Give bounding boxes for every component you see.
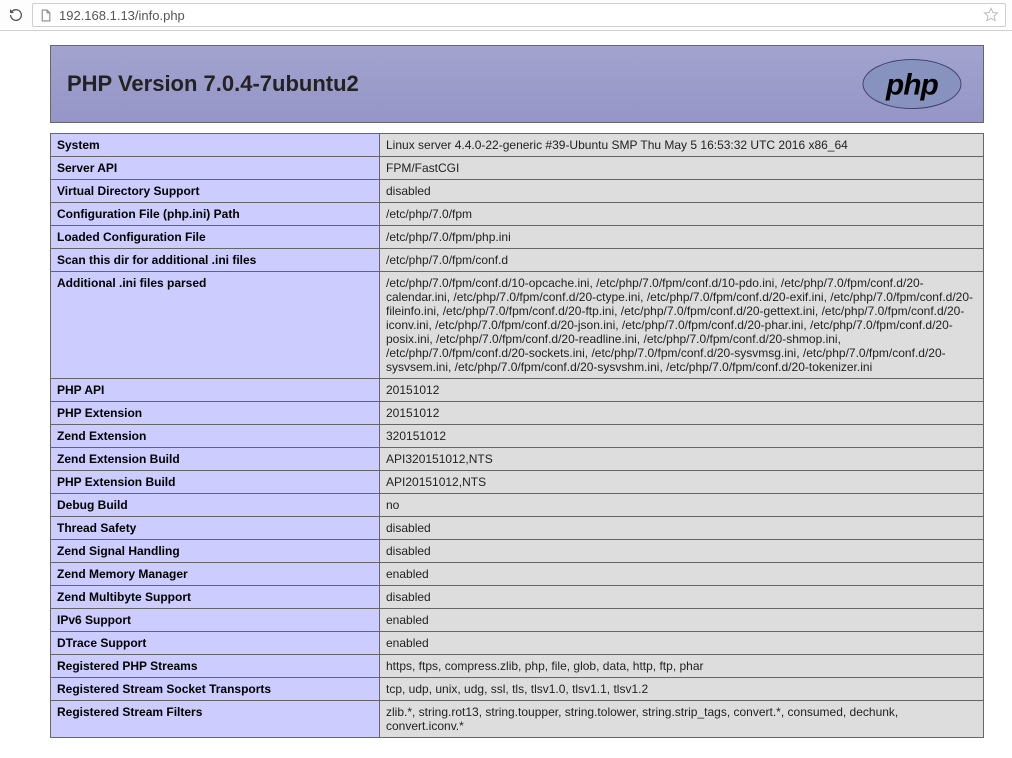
row-value: enabled [380, 632, 984, 655]
table-row: Loaded Configuration File/etc/php/7.0/fp… [51, 226, 984, 249]
php-header: PHP Version 7.0.4-7ubuntu2 php [50, 45, 984, 123]
row-label: DTrace Support [51, 632, 380, 655]
row-label: PHP Extension [51, 402, 380, 425]
table-row: SystemLinux server 4.4.0-22-generic #39-… [51, 134, 984, 157]
row-value: zlib.*, string.rot13, string.toupper, st… [380, 701, 984, 738]
star-icon [983, 7, 999, 23]
reload-button[interactable] [6, 5, 26, 25]
row-value: API20151012,NTS [380, 471, 984, 494]
row-value: disabled [380, 540, 984, 563]
row-value: /etc/php/7.0/fpm/php.ini [380, 226, 984, 249]
row-value: /etc/php/7.0/fpm [380, 203, 984, 226]
row-value: API320151012,NTS [380, 448, 984, 471]
phpinfo-table: SystemLinux server 4.4.0-22-generic #39-… [50, 133, 984, 738]
row-value: disabled [380, 586, 984, 609]
table-row: Virtual Directory Supportdisabled [51, 180, 984, 203]
row-label: Additional .ini files parsed [51, 272, 380, 379]
page-content: PHP Version 7.0.4-7ubuntu2 php SystemLin… [0, 31, 1012, 758]
row-label: Scan this dir for additional .ini files [51, 249, 380, 272]
row-label: Debug Build [51, 494, 380, 517]
table-row: Zend Multibyte Supportdisabled [51, 586, 984, 609]
row-label: Registered Stream Filters [51, 701, 380, 738]
row-label: Zend Memory Manager [51, 563, 380, 586]
page-title: PHP Version 7.0.4-7ubuntu2 [67, 71, 359, 97]
table-row: PHP API20151012 [51, 379, 984, 402]
row-label: Zend Extension [51, 425, 380, 448]
table-row: Configuration File (php.ini) Path/etc/ph… [51, 203, 984, 226]
row-label: Registered PHP Streams [51, 655, 380, 678]
svg-text:php: php [885, 69, 939, 102]
table-row: Zend Memory Managerenabled [51, 563, 984, 586]
address-bar[interactable]: 192.168.1.13/info.php [32, 3, 1006, 27]
table-row: Zend Extension320151012 [51, 425, 984, 448]
table-row: Registered Stream Filterszlib.*, string.… [51, 701, 984, 738]
row-label: Zend Signal Handling [51, 540, 380, 563]
table-row: Additional .ini files parsed/etc/php/7.0… [51, 272, 984, 379]
row-value: enabled [380, 609, 984, 632]
row-value: 320151012 [380, 425, 984, 448]
row-label: PHP API [51, 379, 380, 402]
table-row: Server APIFPM/FastCGI [51, 157, 984, 180]
row-label: Virtual Directory Support [51, 180, 380, 203]
row-value: https, ftps, compress.zlib, php, file, g… [380, 655, 984, 678]
row-value: FPM/FastCGI [380, 157, 984, 180]
row-value: enabled [380, 563, 984, 586]
row-value: 20151012 [380, 379, 984, 402]
table-row: IPv6 Supportenabled [51, 609, 984, 632]
table-row: Scan this dir for additional .ini files/… [51, 249, 984, 272]
table-row: Thread Safetydisabled [51, 517, 984, 540]
table-row: Zend Extension BuildAPI320151012,NTS [51, 448, 984, 471]
row-label: Thread Safety [51, 517, 380, 540]
row-label: Registered Stream Socket Transports [51, 678, 380, 701]
page-icon [39, 8, 53, 22]
row-value: tcp, udp, unix, udg, ssl, tls, tlsv1.0, … [380, 678, 984, 701]
row-value: /etc/php/7.0/fpm/conf.d [380, 249, 984, 272]
row-value: 20151012 [380, 402, 984, 425]
table-row: PHP Extension BuildAPI20151012,NTS [51, 471, 984, 494]
table-row: DTrace Supportenabled [51, 632, 984, 655]
url-text: 192.168.1.13/info.php [59, 8, 977, 23]
bookmark-button[interactable] [983, 7, 999, 23]
row-label: Configuration File (php.ini) Path [51, 203, 380, 226]
row-value: disabled [380, 180, 984, 203]
row-value: Linux server 4.4.0-22-generic #39-Ubuntu… [380, 134, 984, 157]
row-label: Zend Multibyte Support [51, 586, 380, 609]
row-value: /etc/php/7.0/fpm/conf.d/10-opcache.ini, … [380, 272, 984, 379]
php-logo: php [857, 56, 967, 112]
table-row: PHP Extension20151012 [51, 402, 984, 425]
row-label: Zend Extension Build [51, 448, 380, 471]
row-value: no [380, 494, 984, 517]
row-label: PHP Extension Build [51, 471, 380, 494]
row-label: Loaded Configuration File [51, 226, 380, 249]
row-label: IPv6 Support [51, 609, 380, 632]
table-row: Registered Stream Socket Transportstcp, … [51, 678, 984, 701]
table-row: Debug Buildno [51, 494, 984, 517]
table-row: Registered PHP Streamshttps, ftps, compr… [51, 655, 984, 678]
row-label: Server API [51, 157, 380, 180]
table-row: Zend Signal Handlingdisabled [51, 540, 984, 563]
row-label: System [51, 134, 380, 157]
row-value: disabled [380, 517, 984, 540]
reload-icon [8, 7, 24, 23]
browser-toolbar: 192.168.1.13/info.php [0, 0, 1012, 31]
